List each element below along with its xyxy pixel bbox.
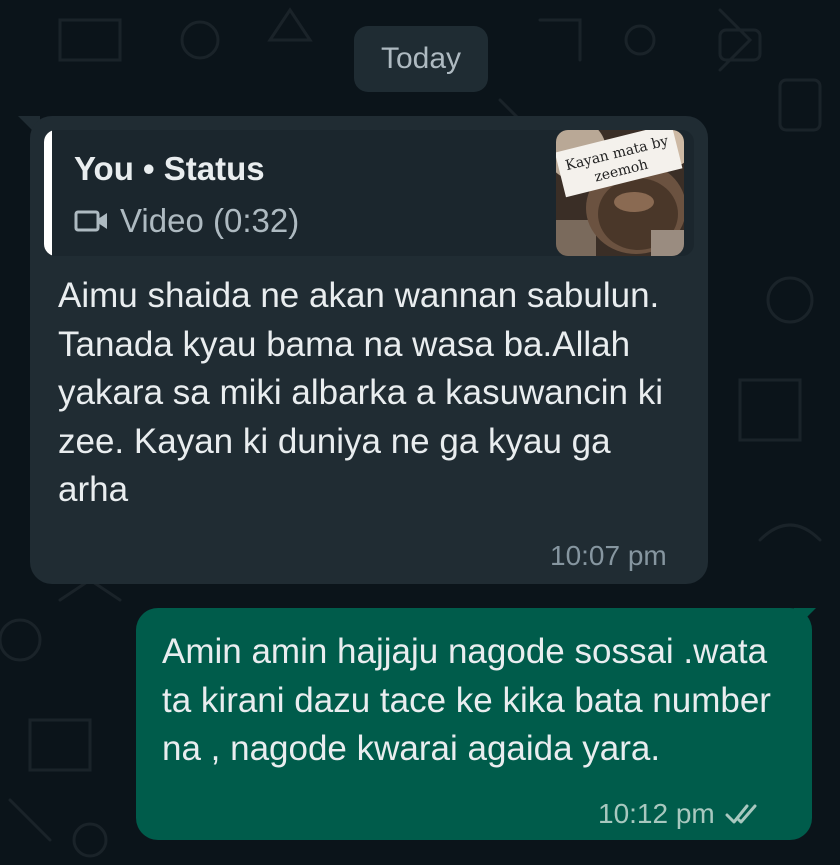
outgoing-bubble-tail — [794, 608, 816, 630]
double-check-icon — [725, 804, 757, 824]
quote-media-label: Video (0:32) — [74, 202, 299, 240]
thumbnail-image: Kayan mata by zeemoh — [556, 130, 684, 256]
outgoing-message-meta: 10:12 pm — [598, 798, 765, 830]
date-divider: Today — [354, 26, 488, 92]
quoted-status-reply[interactable]: You • Status Video (0:32) Kayan mata by … — [44, 130, 694, 256]
quote-media-text: Video (0:32) — [120, 202, 300, 239]
quote-author: You • Status — [74, 150, 265, 187]
outgoing-message-text: Amin amin hajjaju nagode sossai .wata ta… — [162, 632, 771, 768]
status-video-thumbnail[interactable]: Kayan mata by zeemoh — [556, 130, 684, 256]
incoming-message-text: Aimu shaida ne akan wannan sabulun. Tana… — [58, 276, 663, 509]
video-camera-icon — [74, 210, 107, 232]
incoming-message-time: 10:07 pm — [550, 540, 667, 571]
outgoing-message-time: 10:12 pm — [598, 798, 715, 829]
quote-accent-bar — [44, 130, 52, 256]
